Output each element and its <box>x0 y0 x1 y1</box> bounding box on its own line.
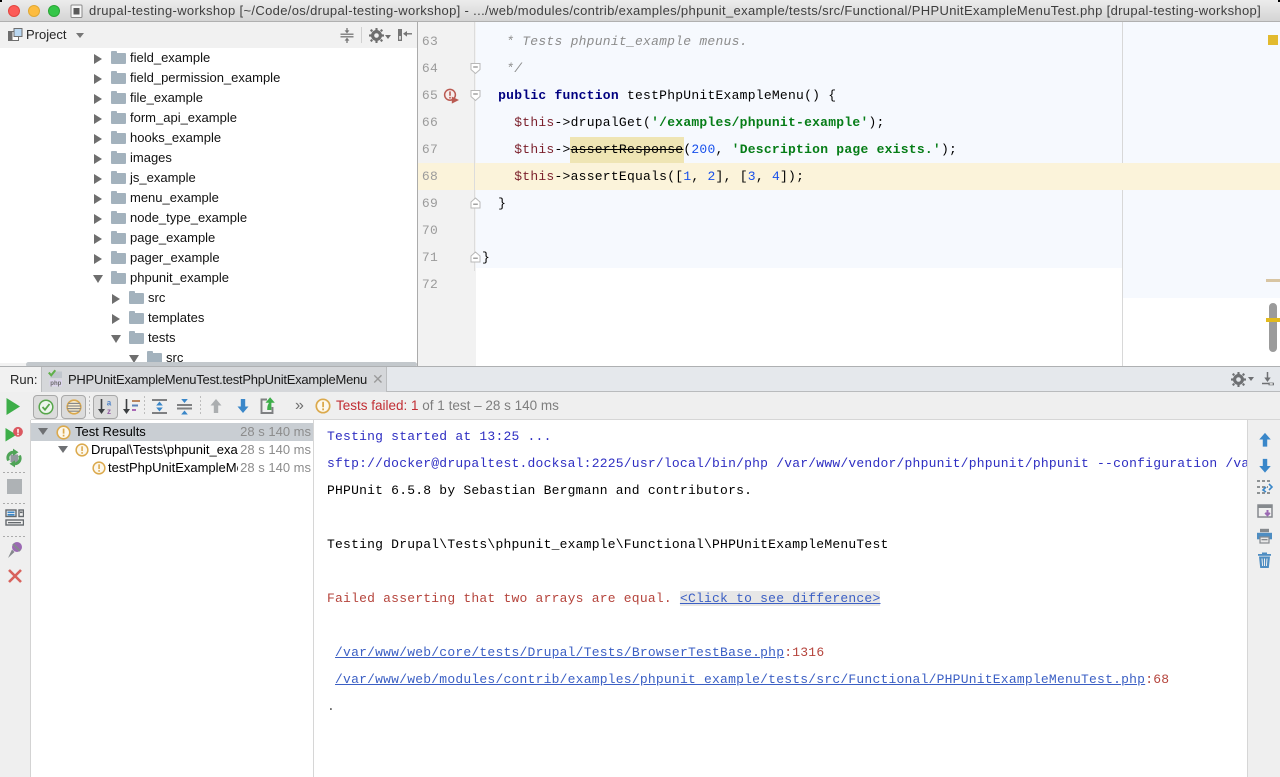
svg-text:php: php <box>50 381 61 387</box>
svg-text:z: z <box>107 407 111 415</box>
